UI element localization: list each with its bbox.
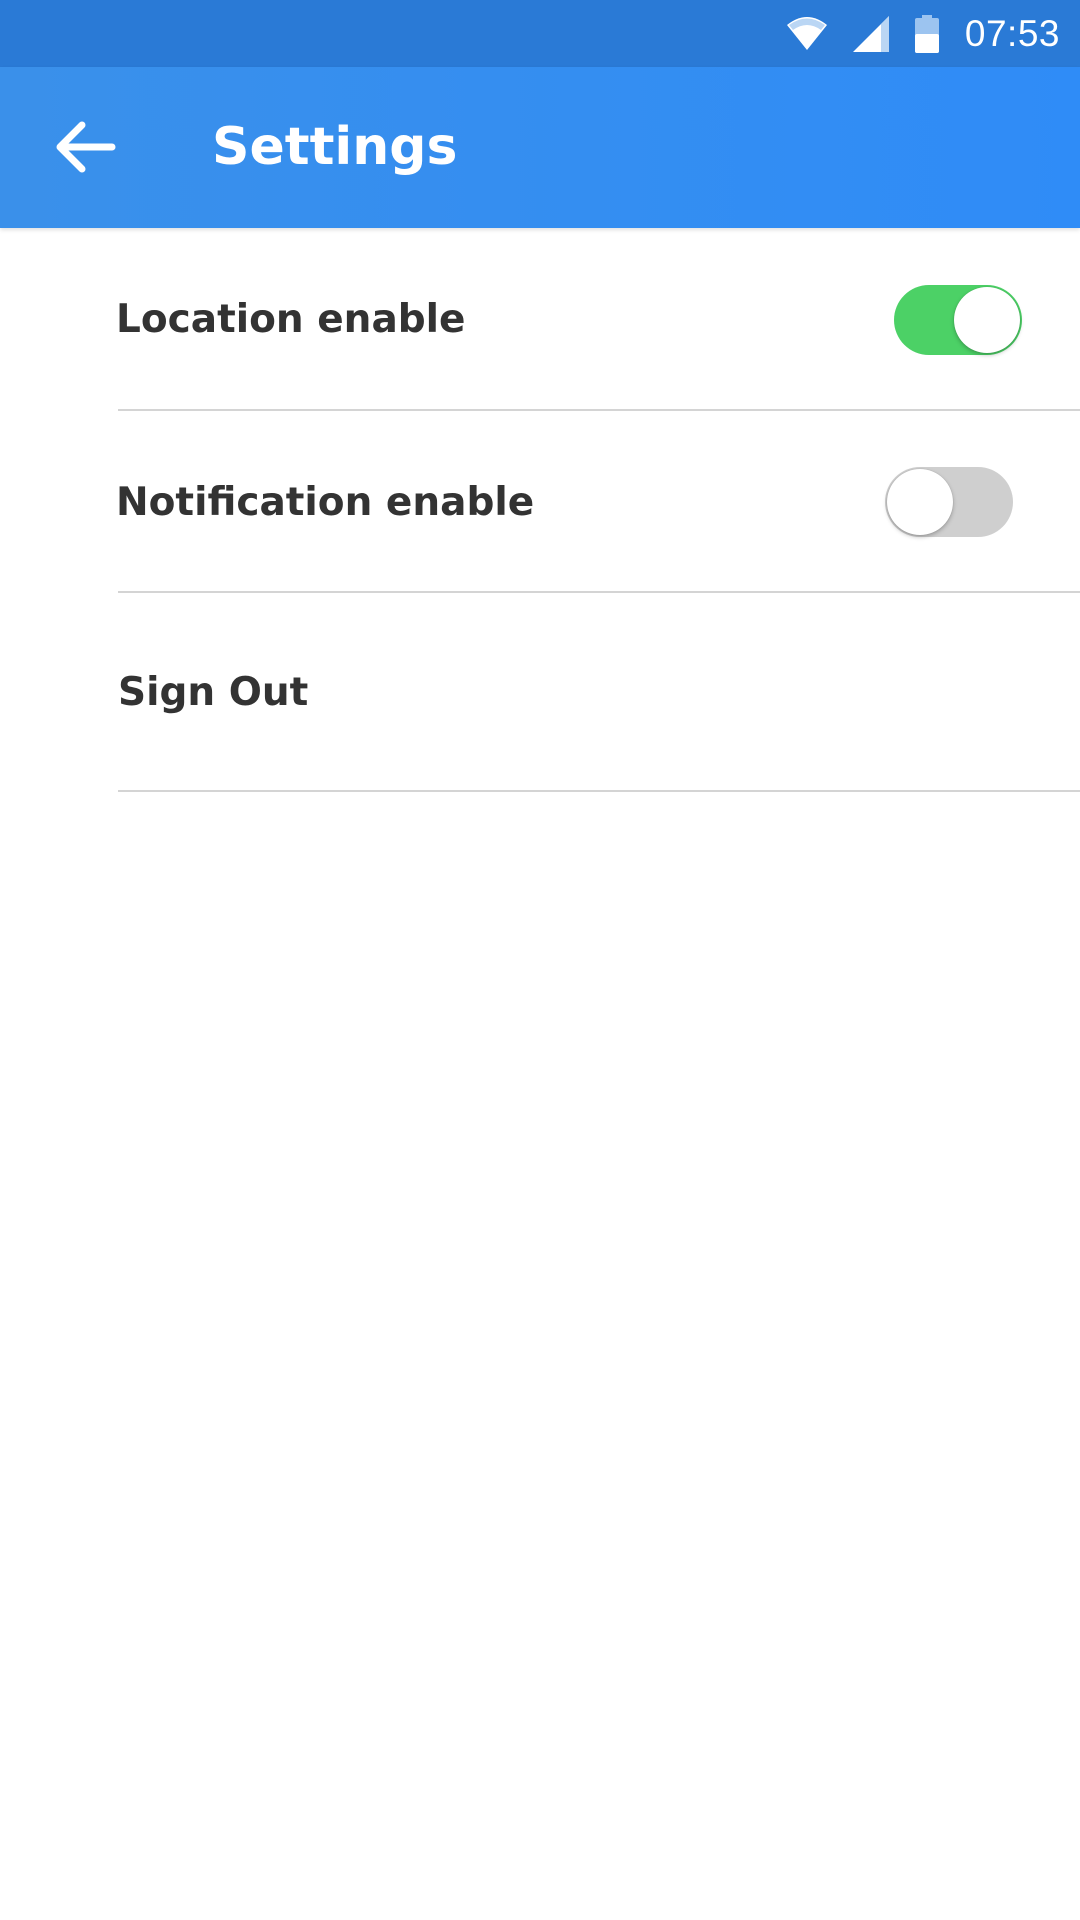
toggle-knob (954, 286, 1020, 353)
setting-row-notification: Notification enable (0, 411, 1080, 593)
sign-out-button[interactable]: Sign Out (0, 593, 1080, 792)
arrow-left-icon (56, 121, 116, 178)
setting-row-location: Location enable (0, 228, 1080, 411)
back-button[interactable] (44, 107, 128, 191)
battery-icon (914, 14, 939, 53)
notification-label: Notification enable (116, 479, 535, 525)
divider (118, 790, 1080, 792)
location-label: Location enable (116, 297, 466, 342)
page-title: Settings (212, 117, 458, 177)
status-bar: 07:53 (0, 0, 1080, 67)
notification-toggle[interactable] (885, 467, 1013, 537)
settings-list: Location enable Notification enable Sign… (0, 228, 1080, 792)
app-bar: Settings (0, 67, 1080, 228)
wifi-icon (786, 16, 827, 51)
toggle-knob (887, 469, 953, 535)
settings-screen: 07:53 Settings Location enable Notificat… (0, 0, 1080, 1920)
cellular-signal-icon (852, 15, 889, 52)
status-time: 07:53 (964, 12, 1060, 54)
sign-out-label: Sign Out (118, 670, 309, 715)
location-toggle[interactable] (894, 284, 1022, 355)
status-icons: 07:53 (786, 0, 1060, 67)
